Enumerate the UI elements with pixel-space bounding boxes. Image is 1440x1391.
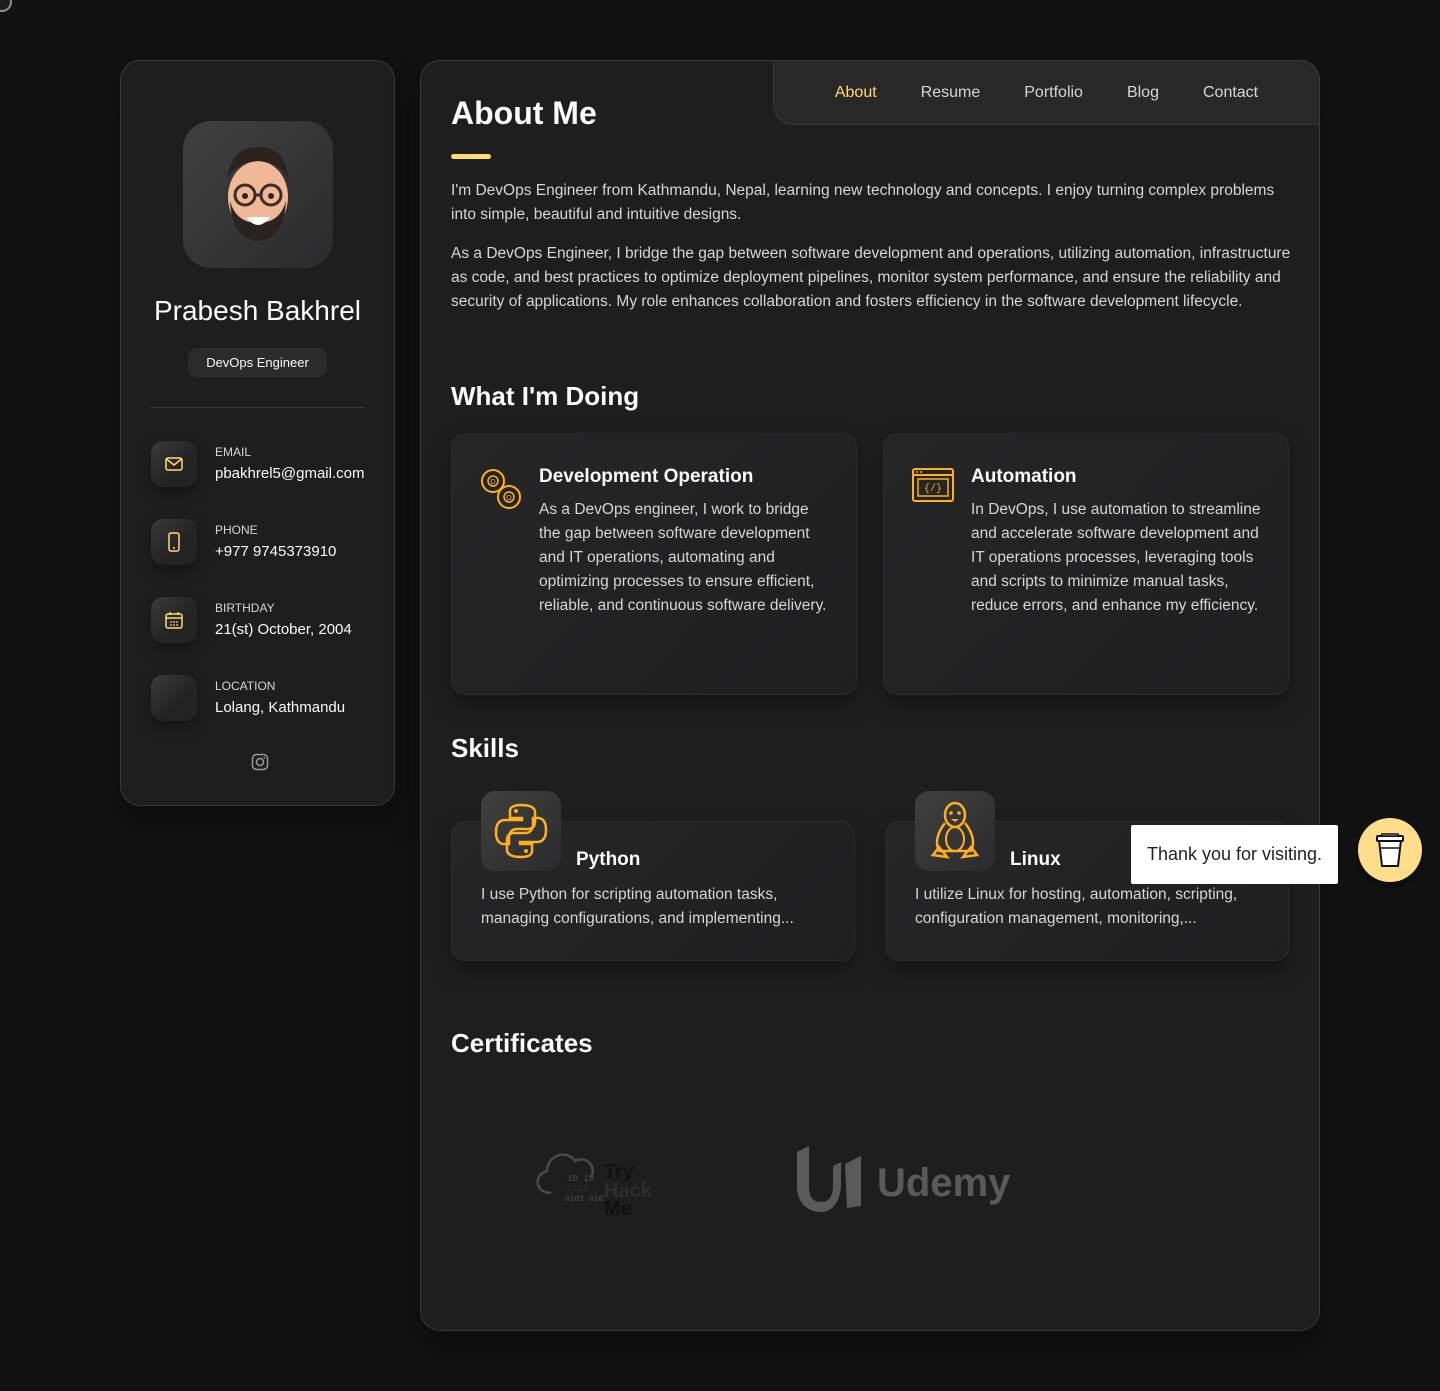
phone-icon xyxy=(151,519,197,565)
code-window-icon: {/} xyxy=(912,468,954,507)
contact-label: Birthday xyxy=(215,601,275,615)
service-text: As a DevOps engineer, I work to bridge t… xyxy=(539,501,827,614)
service-text: In DevOps, I use automation to streamlin… xyxy=(971,501,1261,614)
mail-icon xyxy=(151,441,197,487)
certificates-title: Certificates xyxy=(451,1028,593,1058)
about-paragraph-2: As a DevOps Engineer, I bridge the gap b… xyxy=(451,245,1291,310)
email-link[interactable]: pbakhrel5@gmail.com xyxy=(215,465,365,482)
svg-text:Me: Me xyxy=(604,1198,632,1220)
profile-name: Prabesh Bakhrel xyxy=(153,295,361,326)
buy-me-coffee-button[interactable] xyxy=(1358,818,1422,882)
svg-text:O: O xyxy=(506,495,512,502)
devops-infinity-icon: DO xyxy=(480,468,522,515)
tryhackme-logo[interactable]: 10 10 1110 0101 010 Try Hack Me xyxy=(531,1141,666,1226)
services-title: What I'm Doing xyxy=(451,381,640,411)
memoji-avatar-icon xyxy=(228,147,288,241)
contact-phone: Phone +977 9745373910 xyxy=(151,519,371,567)
skill-title: Python xyxy=(576,849,641,870)
avatar xyxy=(183,121,333,268)
udemy-logo[interactable]: Udemy xyxy=(781,1144,1011,1221)
skills-title: Skills xyxy=(451,733,519,763)
nav-portfolio[interactable]: Portfolio xyxy=(1002,84,1105,102)
visit-tooltip: Thank you for visiting. xyxy=(1131,825,1338,884)
svg-text:0101 010: 0101 010 xyxy=(565,1195,604,1204)
contact-email: Email pbakhrel5@gmail.com xyxy=(151,441,371,489)
instagram-icon[interactable] xyxy=(251,753,269,776)
contact-label: Phone xyxy=(215,523,258,537)
contact-location: Location Lolang, Kathmandu xyxy=(151,675,371,723)
location-value: Lolang, Kathmandu xyxy=(215,699,346,716)
skill-text: I use Python for scripting automation ta… xyxy=(481,886,794,927)
service-card-devops: DO Development Operation As a DevOps eng… xyxy=(451,433,857,695)
location-icon xyxy=(151,675,197,721)
nav-resume[interactable]: Resume xyxy=(899,84,1003,102)
main-panel: About Resume Portfolio Blog Contact Abou… xyxy=(420,60,1320,1331)
svg-text:Udemy: Udemy xyxy=(877,1161,1011,1205)
contact-birthday: Birthday 21(st) October, 2004 xyxy=(151,597,371,645)
navbar: About Resume Portfolio Blog Contact xyxy=(773,60,1320,125)
svg-text:{/}: {/} xyxy=(924,483,942,495)
calendar-icon xyxy=(151,597,197,643)
cursor-dot xyxy=(0,0,12,12)
skill-title: Linux xyxy=(1010,849,1061,870)
svg-text:1110: 1110 xyxy=(567,1184,589,1194)
nav-blog[interactable]: Blog xyxy=(1105,84,1181,102)
service-title: Development Operation xyxy=(539,466,754,487)
svg-text:D: D xyxy=(490,479,495,486)
linux-tux-icon xyxy=(915,791,995,871)
python-icon xyxy=(481,791,561,871)
about-paragraph-1: I'm DevOps Engineer from Kathmandu, Nepa… xyxy=(451,182,1275,223)
birthday-value: 21(st) October, 2004 xyxy=(215,621,352,638)
page-title: About Me xyxy=(451,95,597,131)
contact-label: Location xyxy=(215,679,276,693)
title-underline xyxy=(451,154,491,159)
contact-label: Email xyxy=(215,445,252,459)
phone-link[interactable]: +977 9745373910 xyxy=(215,543,365,560)
coffee-cup-icon xyxy=(1376,833,1404,867)
nav-about[interactable]: About xyxy=(813,84,899,102)
nav-contact[interactable]: Contact xyxy=(1181,84,1280,102)
profile-title-badge: DevOps Engineer xyxy=(188,348,327,377)
service-title: Automation xyxy=(971,466,1077,487)
sidebar: Prabesh Bakhrel DevOps Engineer Email pb… xyxy=(120,60,395,806)
svg-text:10 10: 10 10 xyxy=(567,1174,594,1184)
skill-text: I utilize Linux for hosting, automation,… xyxy=(915,886,1238,927)
sidebar-separator xyxy=(151,407,364,408)
service-card-automation: {/} Automation In DevOps, I use automati… xyxy=(883,433,1289,695)
